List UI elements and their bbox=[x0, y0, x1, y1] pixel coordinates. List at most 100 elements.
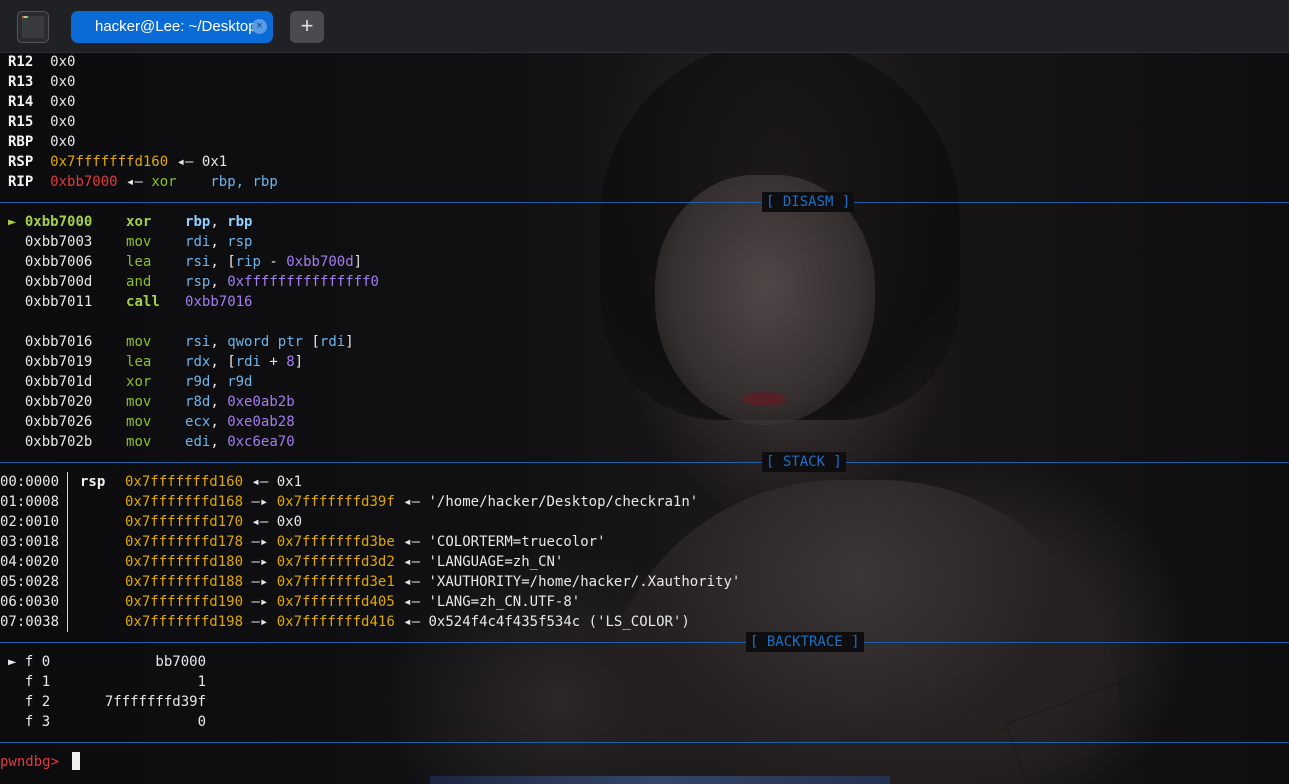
instruction-address: 0xbb7016 bbox=[24, 334, 93, 350]
operand-register: edi bbox=[185, 434, 211, 450]
instruction-op: call bbox=[126, 294, 160, 310]
terminal-app-icon[interactable] bbox=[17, 11, 49, 43]
disasm-row: 0xbb7003 mov rdi, rsp bbox=[8, 232, 253, 252]
register-row: R15 0x0 bbox=[8, 112, 75, 132]
stack-value: '/home/hacker/Desktop/checkra1n' bbox=[428, 494, 699, 510]
register-name: R14 bbox=[8, 94, 34, 110]
operand-immediate: 0xbb700d bbox=[286, 254, 354, 270]
current-instruction-marker: ► bbox=[8, 214, 17, 230]
register-value: 0x0 bbox=[50, 54, 76, 70]
pointer-arrow: ◂— bbox=[251, 474, 277, 490]
tab-title: hacker@Lee: ~/Desktop bbox=[95, 18, 257, 35]
stack-register: rsp bbox=[80, 472, 105, 492]
tab-terminal[interactable]: hacker@Lee: ~/Desktop × bbox=[71, 11, 273, 43]
register-row: RSP 0x7fffffffd160 ◂— 0x1 bbox=[8, 152, 227, 172]
pointer-arrow: —▸ bbox=[251, 494, 277, 510]
stack-address: 0x7fffffffd190 bbox=[125, 594, 244, 610]
stack-address: 0x7fffffffd170 bbox=[125, 514, 244, 530]
stack-pointer-target: 0x7fffffffd416 bbox=[276, 614, 395, 630]
disasm-row: 0xbb7020 mov r8d, 0xe0ab2b bbox=[8, 392, 295, 412]
disasm-row: 0xbb700d and rsp, 0xfffffffffffffff0 bbox=[8, 272, 379, 292]
operand-separator: , [ bbox=[210, 254, 236, 270]
operand-register: r9d bbox=[185, 374, 211, 390]
disasm-row: 0xbb702b mov edi, 0xc6ea70 bbox=[8, 432, 295, 452]
stack-offset-text: 03:0018 bbox=[0, 534, 60, 550]
register-deref: 0x1 bbox=[201, 154, 228, 170]
register-name: RBP bbox=[8, 134, 34, 150]
operand-separator: , bbox=[210, 434, 228, 450]
register-row: R13 0x0 bbox=[8, 72, 75, 92]
operand-register: rsi bbox=[185, 254, 211, 270]
disasm-row: ► 0xbb7000 xor rbp, rbp bbox=[8, 212, 253, 232]
register-row: RIP 0xbb7000 ◂— xor rbp, rbp bbox=[8, 172, 278, 192]
operand-separator: , bbox=[210, 274, 228, 290]
stack-offset-text: 05:0028 bbox=[0, 574, 60, 590]
operand-register: rdx bbox=[185, 354, 211, 370]
operand-bracket: ] bbox=[345, 334, 354, 350]
register-row: R14 0x0 bbox=[8, 92, 75, 112]
stack-address: 0x7fffffffd160 bbox=[125, 474, 244, 490]
backtrace-address: 1 bbox=[0, 672, 206, 692]
operand-op: + bbox=[260, 354, 287, 370]
stack-address: 0x7fffffffd198 bbox=[125, 614, 244, 630]
pointer-arrow: ◂— bbox=[403, 534, 429, 550]
pwndbg-prompt: pwndbg> bbox=[0, 754, 68, 770]
stack-value: 'LANGUAGE=zh_CN' bbox=[428, 554, 564, 570]
operand-register: rsp bbox=[227, 234, 253, 250]
instruction-address: 0xbb701d bbox=[24, 374, 93, 390]
instruction-op: mov bbox=[126, 334, 152, 350]
pointer-arrow: ◂— bbox=[403, 554, 429, 570]
operand-immediate: 0xe0ab28 bbox=[227, 414, 295, 430]
text-cursor[interactable] bbox=[72, 752, 80, 770]
stack-offset-text: 00:0000 bbox=[0, 474, 60, 490]
stack-divider bbox=[67, 472, 68, 632]
operand-immediate: 0xbb7016 bbox=[185, 294, 253, 310]
stack-value: 0x1 bbox=[276, 474, 303, 490]
backtrace-separator-label: [ BACKTRACE ] bbox=[746, 632, 864, 652]
prompt-line: pwndbg> bbox=[0, 752, 67, 772]
instruction-address: 0xbb7020 bbox=[24, 394, 93, 410]
new-tab-button[interactable]: + bbox=[290, 11, 324, 43]
frame-address: 0 bbox=[197, 714, 206, 730]
terminal-output[interactable]: R12 0x0 R13 0x0 R14 0x0 R15 0x0 RBP 0x0 RSP 0… bbox=[0, 52, 1289, 784]
disasm-separator bbox=[0, 202, 1289, 203]
register-value: 0x7fffffffd160 bbox=[50, 154, 169, 170]
backtrace-address: 0 bbox=[0, 712, 206, 732]
operand-size: qword ptr bbox=[227, 334, 304, 350]
stack-pointer-target: 0x7fffffffd405 bbox=[276, 594, 395, 610]
instruction-op: mov bbox=[126, 414, 152, 430]
disasm-row: 0xbb7011 call 0xbb7016 bbox=[8, 292, 253, 312]
operand-register: rip bbox=[235, 254, 261, 270]
pointer-arrow: ◂— bbox=[176, 154, 202, 170]
stack-offset-text: 07:0038 bbox=[0, 614, 60, 630]
close-tab-icon[interactable]: × bbox=[252, 19, 267, 34]
stack-separator-label: [ STACK ] bbox=[762, 452, 846, 472]
stack-offset-text: 04:0020 bbox=[0, 554, 60, 570]
frame-address: bb7000 bbox=[155, 654, 206, 670]
stack-pointer-target: 0x7fffffffd3d2 bbox=[276, 554, 395, 570]
operand-register: r8d bbox=[185, 394, 211, 410]
stack-entry: 0x7fffffffd180 —▸ 0x7fffffffd3d2 ◂— 'LAN… bbox=[125, 552, 563, 572]
stack-offset: 07:0038 bbox=[0, 612, 59, 632]
pointer-arrow: ◂— bbox=[251, 514, 277, 530]
register-value: 0x0 bbox=[50, 74, 76, 90]
pointer-arrow: —▸ bbox=[251, 614, 277, 630]
instruction-op: xor bbox=[151, 174, 177, 190]
instruction-address: 0xbb7019 bbox=[24, 354, 93, 370]
disasm-row: 0xbb7019 lea rdx, [rdi + 8] bbox=[8, 352, 303, 372]
instruction-op: mov bbox=[126, 394, 152, 410]
instruction-address: 0xbb702b bbox=[24, 434, 93, 450]
operand-register: r9d bbox=[227, 374, 253, 390]
instruction-op: mov bbox=[126, 434, 152, 450]
operand-separator: , bbox=[210, 214, 228, 230]
bottom-separator bbox=[0, 742, 1289, 743]
stack-pointer-target: 0x7fffffffd39f bbox=[276, 494, 395, 510]
register-value: 0x0 bbox=[50, 134, 76, 150]
instruction-op: lea bbox=[126, 354, 152, 370]
stack-value: 0x0 bbox=[276, 514, 303, 530]
stack-address: 0x7fffffffd188 bbox=[125, 574, 244, 590]
instruction-op: xor bbox=[126, 214, 152, 230]
stack-address: 0x7fffffffd168 bbox=[125, 494, 244, 510]
stack-entry: 0x7fffffffd170 ◂— 0x0 bbox=[125, 512, 302, 532]
operand-separator: , bbox=[210, 394, 228, 410]
